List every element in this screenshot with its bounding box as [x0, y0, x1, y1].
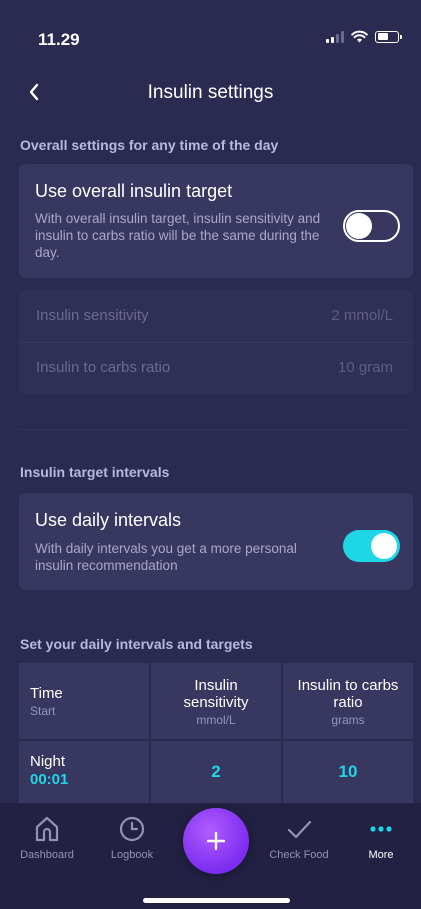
section-divider: [19, 429, 409, 430]
tab-dashboard-label: Dashboard: [20, 849, 74, 861]
header-time-label: Time: [30, 685, 63, 702]
table-row-ratio[interactable]: 10: [283, 741, 413, 803]
tab-logbook-label: Logbook: [110, 849, 154, 861]
home-icon: [35, 816, 59, 842]
table-row-sensitivity[interactable]: 2: [151, 741, 281, 803]
checkmark-icon: [287, 820, 312, 839]
insulin-sensitivity-row: Insulin sensitivity 2 mmol/L: [19, 290, 413, 342]
tab-more[interactable]: More: [339, 815, 421, 861]
add-button[interactable]: [183, 808, 249, 874]
interval-sensitivity-value: 2: [211, 762, 221, 781]
status-bar: 11.29: [0, 0, 421, 70]
header-sensitivity-sub: mmol/L: [196, 713, 236, 727]
header-time: Time Start: [19, 663, 149, 739]
overall-target-title: Use overall insulin target: [35, 181, 233, 201]
plus-icon: [206, 831, 226, 851]
page-title: Insulin settings: [147, 82, 274, 103]
overall-target-toggle[interactable]: [343, 210, 400, 242]
daily-intervals-toggle[interactable]: [343, 530, 400, 562]
status-icons: [326, 30, 402, 43]
insulin-carbs-ratio-label: Insulin to carbs ratio: [36, 359, 171, 376]
cellular-signal-icon: [326, 30, 344, 43]
header-ratio-label: Insulin to carbs ratio: [297, 677, 399, 711]
battery-icon: [375, 30, 402, 43]
table-section-title: Set your daily intervals and targets: [20, 636, 253, 652]
insulin-carbs-ratio-row: Insulin to carbs ratio 10 gram: [19, 342, 413, 394]
overall-values-card: Insulin sensitivity 2 mmol/L Insulin to …: [19, 290, 413, 394]
more-dots-icon: [370, 826, 392, 832]
table-row-time[interactable]: Night 00:01: [19, 741, 149, 803]
daily-intervals-description: With daily intervals you get a more pers…: [35, 541, 297, 573]
nav-bar: Insulin settings: [0, 72, 421, 112]
home-indicator[interactable]: [143, 898, 290, 903]
insulin-sensitivity-value: 2 mmol/L: [331, 307, 393, 324]
overall-section-title: Overall settings for any time of the day: [20, 137, 279, 153]
interval-name: Night: [30, 753, 66, 770]
header-sensitivity: Insulin sensitivity mmol/L: [151, 663, 281, 739]
interval-start-time: 00:01: [30, 771, 69, 788]
clock-icon: [119, 816, 145, 842]
daily-intervals-card: Use daily intervals With daily intervals…: [19, 493, 413, 590]
intervals-table: Time Start Insulin sensitivity mmol/L In…: [19, 663, 413, 803]
toggle-knob: [371, 533, 397, 559]
insulin-carbs-ratio-value: 10 gram: [337, 359, 393, 376]
daily-intervals-title: Use daily intervals: [35, 510, 182, 530]
overall-target-description: With overall insulin target, insulin sen…: [35, 211, 321, 260]
overall-target-card: Use overall insulin target With overall …: [19, 164, 413, 278]
header-sensitivity-label: Insulin sensitivity: [183, 677, 249, 711]
tab-check-food[interactable]: Check Food: [257, 815, 341, 861]
insulin-sensitivity-label: Insulin sensitivity: [36, 307, 149, 324]
header-ratio-sub: grams: [331, 713, 365, 727]
wifi-icon: [351, 30, 368, 43]
interval-ratio-value: 10: [338, 762, 358, 781]
tab-more-label: More: [368, 849, 394, 861]
intervals-section-title: Insulin target intervals: [20, 464, 170, 480]
header-time-sub: Start: [30, 704, 56, 718]
header-ratio: Insulin to carbs ratio grams: [283, 663, 413, 739]
status-time: 11.29: [38, 30, 80, 49]
toggle-knob: [346, 213, 372, 239]
tab-logbook[interactable]: Logbook: [90, 815, 174, 861]
tab-check-food-label: Check Food: [269, 849, 329, 861]
tab-dashboard[interactable]: Dashboard: [5, 815, 89, 861]
